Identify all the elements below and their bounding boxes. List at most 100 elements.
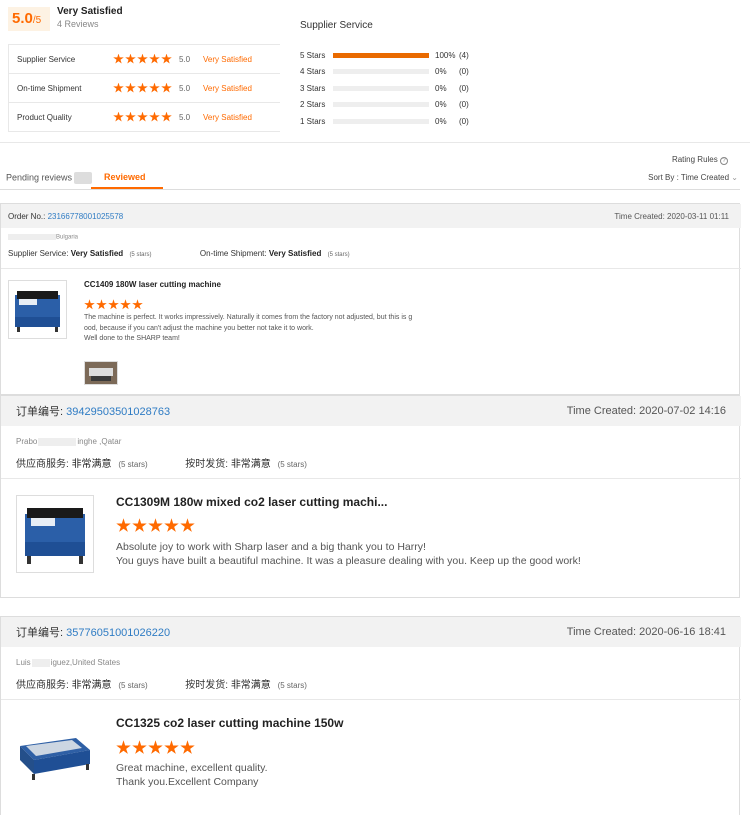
star-icon (113, 53, 124, 64)
divider (1, 478, 741, 479)
star-icon (149, 53, 160, 64)
star-rating (113, 82, 179, 94)
order-number: 订单编号: 39429503501028763 (16, 406, 171, 418)
star-icon (84, 299, 95, 310)
divider (1, 268, 741, 269)
product-title[interactable]: CC1409 180W laser cutting machine (84, 280, 221, 289)
review-text: Great machine, excellent quality. Thank … (116, 762, 268, 788)
star-icon (161, 111, 172, 122)
star-icon (96, 299, 107, 310)
divider (1, 699, 741, 700)
buyer-info: Bulgaria (8, 234, 78, 241)
star-icon (161, 82, 172, 93)
time-created: Time Created: 2020-06-16 18:41 (566, 626, 726, 638)
star-icon (149, 111, 160, 122)
star-icon (108, 299, 119, 310)
star-icon (125, 53, 136, 64)
review-card: 订单编号: 39429503501028763 Time Created: 20… (0, 395, 741, 598)
star-rating (113, 53, 179, 65)
product-title[interactable]: CC1309M 180w mixed co2 laser cutting mac… (116, 495, 387, 509)
star-icon (125, 82, 136, 93)
star-icon (137, 111, 148, 122)
rating-row-supplier-service: Supplier Service 5.0 Very Satisfied (9, 45, 280, 74)
star-icon (125, 111, 136, 122)
distribution-fill (333, 52, 429, 58)
distribution-bar (333, 102, 429, 108)
order-bar: 订单编号: 35776051001026220 Time Created: 20… (1, 617, 741, 647)
product-title[interactable]: CC1325 co2 laser cutting machine 150w (116, 716, 343, 730)
distribution-bar (333, 85, 429, 91)
tab-pending-reviews[interactable]: Pending reviews (6, 172, 93, 184)
service-ratings: Supplier Service: Very Satisfied (5 star… (8, 249, 350, 258)
product-image[interactable] (16, 495, 94, 573)
sort-dropdown[interactable]: Sort By : Time Created ⌄ (648, 173, 738, 182)
active-tab-indicator (91, 187, 163, 189)
review-card: 订单编号: 35776051001026220 Time Created: 20… (0, 616, 741, 815)
distribution-row: 1 Stars 0% (0) (300, 116, 469, 126)
product-image[interactable] (8, 280, 67, 339)
time-created: Time Created: 2020-03-11 01:11 (614, 211, 729, 221)
star-icon (116, 740, 131, 754)
laser-machine-icon (15, 291, 60, 332)
overall-rating-label: Very Satisfied (57, 6, 123, 17)
star-icon (164, 518, 179, 532)
rating-summary: 5.0/5 Very Satisfied 4 Reviews Supplier … (0, 0, 750, 143)
overall-score: 5.0/5 (8, 7, 50, 31)
order-number-link[interactable]: 23166778001025578 (48, 212, 124, 221)
laser-machine-icon (20, 738, 90, 780)
rating-rules-link[interactable]: Rating Rules ? (672, 155, 728, 165)
laser-machine-icon (25, 508, 85, 564)
redacted-count (74, 172, 93, 184)
star-icon (148, 740, 163, 754)
star-rating (116, 517, 196, 535)
distribution-bar (333, 52, 429, 58)
photo-icon (85, 362, 117, 384)
star-rating (113, 111, 179, 123)
star-distribution: 5 Stars 100% (4) 4 Stars 0% (0) 3 Stars 0% (0)… (300, 47, 469, 130)
order-bar: Order No.: 23166778001025578 Time Create… (1, 204, 741, 228)
order-number: Order No.: 23166778001025578 (8, 211, 124, 221)
redacted-name (31, 658, 50, 667)
buyer-info: Luis iguez,United States (16, 658, 121, 667)
order-number: 订单编号: 35776051001026220 (16, 627, 171, 639)
star-icon (137, 82, 148, 93)
distribution-row: 3 Stars 0% (0) (300, 83, 469, 93)
time-created: Time Created: 2020-07-02 14:16 (566, 405, 726, 417)
star-icon (149, 82, 160, 93)
tab-reviewed[interactable]: Reviewed (104, 172, 146, 182)
service-ratings: 供应商服务: 非常满意 (5 stars) 按时发货: 非常满意 (5 star… (16, 680, 307, 691)
rating-row-on-time-shipment: On-time Shipment 5.0 Very Satisfied (9, 74, 280, 103)
redacted-name (38, 437, 77, 446)
rating-row-product-quality: Product Quality 5.0 Very Satisfied (9, 103, 280, 132)
star-icon (132, 740, 147, 754)
distribution-row: 2 Stars 0% (0) (300, 100, 469, 110)
star-icon (164, 740, 179, 754)
star-icon (180, 740, 195, 754)
star-rating (84, 296, 144, 314)
order-number-link[interactable]: 35776051001026220 (66, 627, 170, 639)
redacted-name (8, 234, 56, 240)
chevron-down-icon: ⌄ (731, 173, 738, 182)
star-icon (161, 53, 172, 64)
product-image[interactable] (16, 716, 94, 794)
order-number-link[interactable]: 39429503501028763 (66, 406, 170, 418)
review-tabs: Pending reviews Reviewed (0, 168, 740, 190)
review-text: The machine is perfect. It works impress… (84, 314, 413, 342)
star-icon (120, 299, 131, 310)
review-photo-thumbnail[interactable] (84, 361, 118, 385)
star-icon (180, 518, 195, 532)
star-icon (113, 111, 124, 122)
star-rating (116, 739, 196, 757)
info-icon: ? (720, 157, 728, 165)
star-icon (132, 299, 143, 310)
distribution-bar (333, 69, 429, 75)
star-icon (137, 53, 148, 64)
star-icon (132, 518, 147, 532)
review-card: Order No.: 23166778001025578 Time Create… (0, 203, 741, 395)
detailed-ratings: Supplier Service 5.0 Very Satisfied On-t… (8, 44, 280, 132)
distribution-row: 5 Stars 100% (4) (300, 50, 469, 60)
review-count: 4 Reviews (57, 19, 99, 29)
star-icon (116, 518, 131, 532)
star-icon (148, 518, 163, 532)
distribution-row: 4 Stars 0% (0) (300, 67, 469, 77)
